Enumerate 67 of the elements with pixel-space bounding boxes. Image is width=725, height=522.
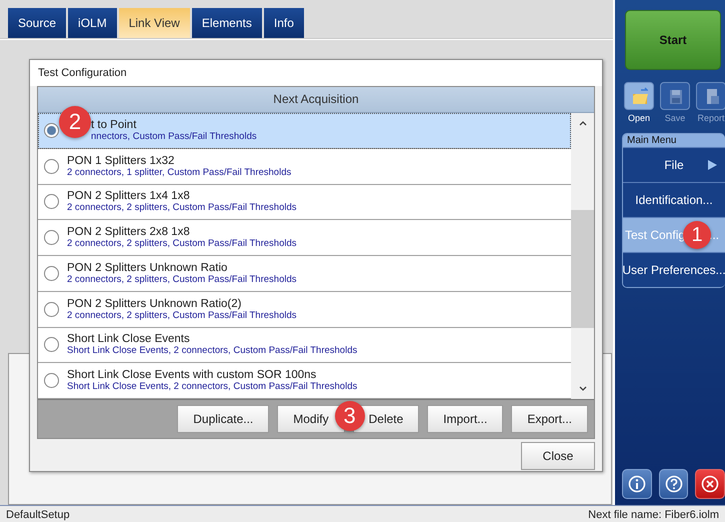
list-item[interactable]: PON 1 Splitters 1x32 2 connectors, 1 splitter, Custom Pass/Fail Thresholds [38, 148, 571, 184]
toolbar-label: Save [664, 113, 686, 123]
dialog-title: Test Configuration [30, 60, 602, 86]
radio-button[interactable] [44, 266, 59, 281]
menu-item[interactable]: File [623, 147, 725, 182]
item-title: Short Link Close Events with custom SOR 100ns [67, 369, 318, 382]
toolbar-label: Report [697, 113, 724, 123]
menu-title: Main Menu [623, 134, 725, 147]
scroll-down-icon [578, 385, 586, 392]
menu-item[interactable]: User Preferences... [623, 252, 725, 287]
item-detail: 2 connectors, 2 splitters, Custom Pass/Fail Thresholds [67, 310, 297, 321]
list-item[interactable]: PON 2 Splitters Unknown Ratio(2) 2 connectors, 2 splitters, Custom Pass/Fail Thresholds [38, 292, 571, 328]
item-detail: nnectors, Custom Pass/Fail Thresholds [91, 130, 257, 142]
info-button[interactable] [622, 469, 652, 499]
start-button[interactable]: Start [625, 10, 721, 70]
radio-button[interactable] [44, 373, 59, 388]
tab[interactable]: Elements [192, 8, 262, 38]
tab[interactable]: Info [264, 8, 304, 38]
status-text: DefaultSetup [6, 508, 70, 520]
item-title: PON 2 Splitters Unknown Ratio [67, 262, 228, 274]
list-item[interactable]: PON 2 Splitters 1x4 1x8 2 connectors, 2 splitters, Custom Pass/Fail Thresholds [38, 184, 571, 220]
item-detail: 2 connectors, 2 splitters, Custom Pass/Fail Thresholds [67, 202, 297, 214]
menu-label: User Preferences... [623, 263, 725, 277]
action-button[interactable]: Duplicate... [177, 405, 270, 433]
toolbar-label: Open [628, 113, 650, 123]
radio-button[interactable] [44, 122, 59, 138]
help-icon [664, 475, 682, 493]
scrollbar[interactable] [571, 113, 594, 399]
action-button[interactable]: Export... [511, 405, 588, 433]
next-file-name: Next file name: Fiber6.iolm [588, 508, 719, 520]
radio-button[interactable] [44, 158, 59, 174]
close-button[interactable]: Close [521, 442, 595, 470]
item-detail: 2 connectors, 2 splitters, Custom Pass/Fail Thresholds [67, 274, 297, 285]
tab[interactable]: iOLM [68, 8, 117, 38]
tab[interactable]: Link View [118, 8, 190, 38]
list-item[interactable]: Short Link Close Events Short Link Close Events, 2 connectors, Custom Pass/Fail Thresholds [38, 328, 571, 364]
radio-button[interactable] [44, 337, 59, 352]
action-button[interactable]: Modify [277, 405, 345, 433]
scroll-up-icon [578, 120, 586, 127]
item-detail: Short Link Close Events, 2 connectors, Custom Pass/Fail Thresholds [67, 345, 358, 356]
list-item[interactable]: PON 2 Splitters 2x8 1x8 2 connectors, 2 splitters, Custom Pass/Fail Thresholds [38, 220, 571, 256]
item-title: t to Point [91, 118, 138, 131]
item-title: PON 2 Splitters 2x8 1x8 [67, 226, 191, 238]
item-title: PON 1 Splitters 1x32 [67, 154, 176, 167]
scroll-thumb[interactable] [571, 210, 594, 328]
action-button[interactable]: Import... [427, 405, 504, 433]
info-icon [628, 475, 646, 493]
step-marker: 1 [683, 221, 712, 249]
item-title: PON 2 Splitters Unknown Ratio(2) [67, 298, 242, 310]
item-title: PON 2 Splitters 1x4 1x8 [67, 190, 191, 202]
radio-button[interactable] [44, 194, 59, 210]
item-detail: 2 connectors, 2 splitters, Custom Pass/Fail Thresholds [67, 238, 297, 250]
item-title: Short Link Close Events [67, 333, 191, 346]
item-detail: 2 connectors, 1 splitter, Custom Pass/Fail Thresholds [67, 166, 292, 178]
list-item[interactable]: PON 2 Splitters Unknown Ratio 2 connectors, 2 splitters, Custom Pass/Fail Thresholds [38, 256, 571, 292]
menu-label: Identification... [635, 193, 713, 207]
exit-button[interactable] [695, 469, 725, 499]
radio-button[interactable] [44, 230, 59, 246]
menu-label: File [664, 158, 684, 172]
close-icon [701, 475, 720, 493]
radio-button[interactable] [44, 302, 59, 317]
menu-item[interactable]: Identification... [623, 182, 725, 217]
item-detail: Short Link Close Events, 2 connectors, Custom Pass/Fail Thresholds [67, 381, 358, 392]
column-header: Next Acquisition [38, 87, 594, 113]
tab[interactable]: Source [8, 8, 66, 38]
help-button[interactable] [658, 469, 688, 499]
folder-icon [630, 87, 648, 105]
